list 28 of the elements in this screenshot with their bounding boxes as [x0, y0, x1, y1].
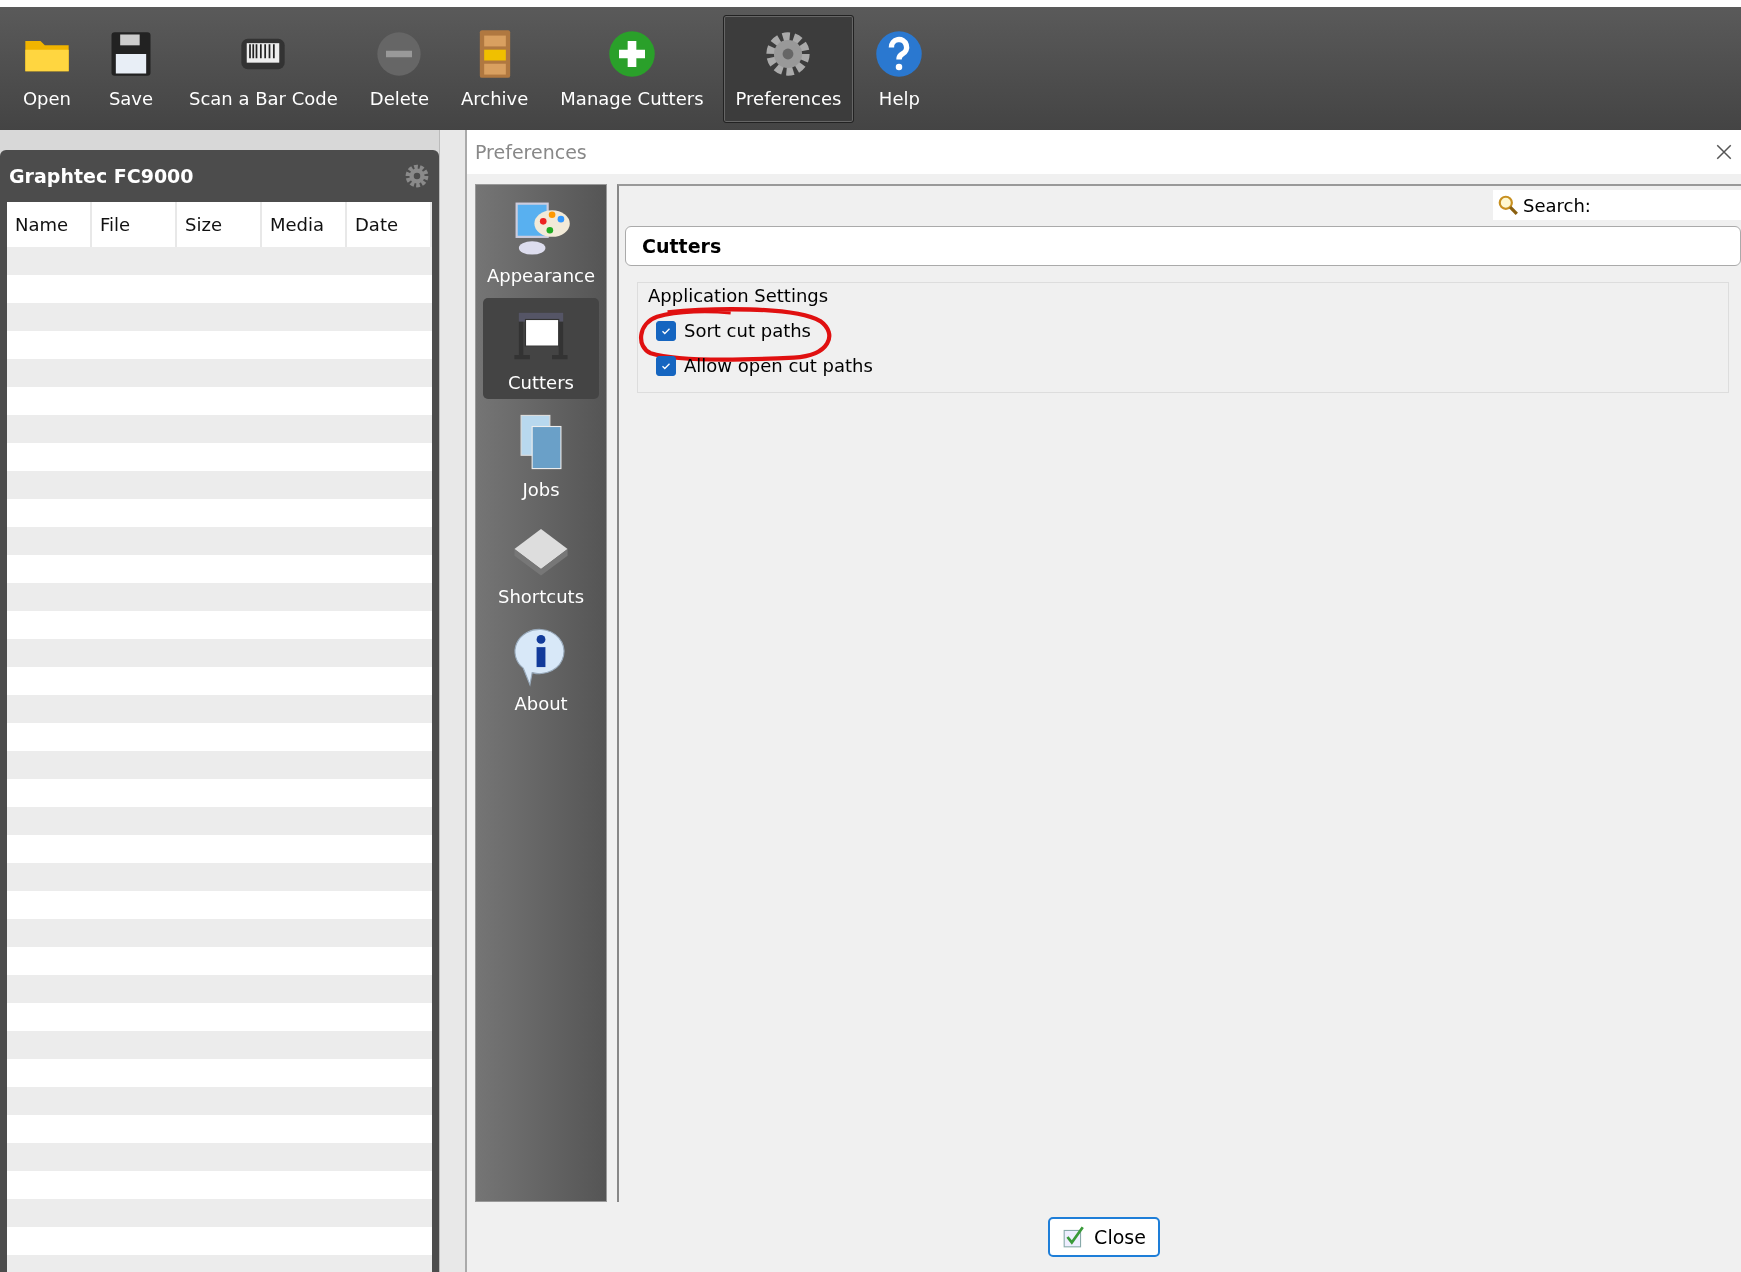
search-icon	[1497, 194, 1519, 216]
close-icon[interactable]	[1715, 143, 1733, 161]
category-item[interactable]: About	[483, 619, 599, 720]
search-label: Search:	[1523, 194, 1591, 216]
toolbar-button[interactable]: Help	[860, 14, 939, 123]
section-header: Cutters	[625, 226, 1741, 266]
panel-title: Graphtec FC9000	[9, 165, 194, 187]
toolbar-button[interactable]: Preferences	[722, 14, 855, 123]
category-item[interactable]: Jobs	[483, 405, 599, 506]
toolbar-button[interactable]: Delete	[356, 14, 442, 123]
checkbox[interactable]	[656, 320, 676, 341]
gear-icon[interactable]	[404, 163, 430, 189]
toolbar-button[interactable]: Manage Cutters	[547, 14, 717, 123]
splitter-handle[interactable]	[439, 130, 465, 1272]
toolbar-button[interactable]: Scan a Bar Code	[176, 14, 351, 123]
close-button[interactable]: Close	[1048, 1217, 1160, 1257]
group-title: Application Settings	[648, 285, 829, 306]
category-item[interactable]: Appearance	[483, 191, 599, 292]
category-item[interactable]: Cutters	[483, 298, 599, 399]
search-field[interactable]: Search:	[1493, 190, 1741, 220]
dialog-title: Preferences	[475, 141, 587, 163]
toolbar-button[interactable]: Open	[8, 14, 86, 123]
checkbox-label[interactable]: Allow open cut paths	[684, 355, 873, 376]
checkbox-label[interactable]: Sort cut paths	[684, 320, 811, 341]
toolbar-button[interactable]: Save	[92, 14, 170, 123]
category-item[interactable]: Shortcuts	[483, 512, 599, 613]
checkbox[interactable]	[656, 355, 676, 376]
toolbar-button[interactable]: Archive	[448, 14, 542, 123]
